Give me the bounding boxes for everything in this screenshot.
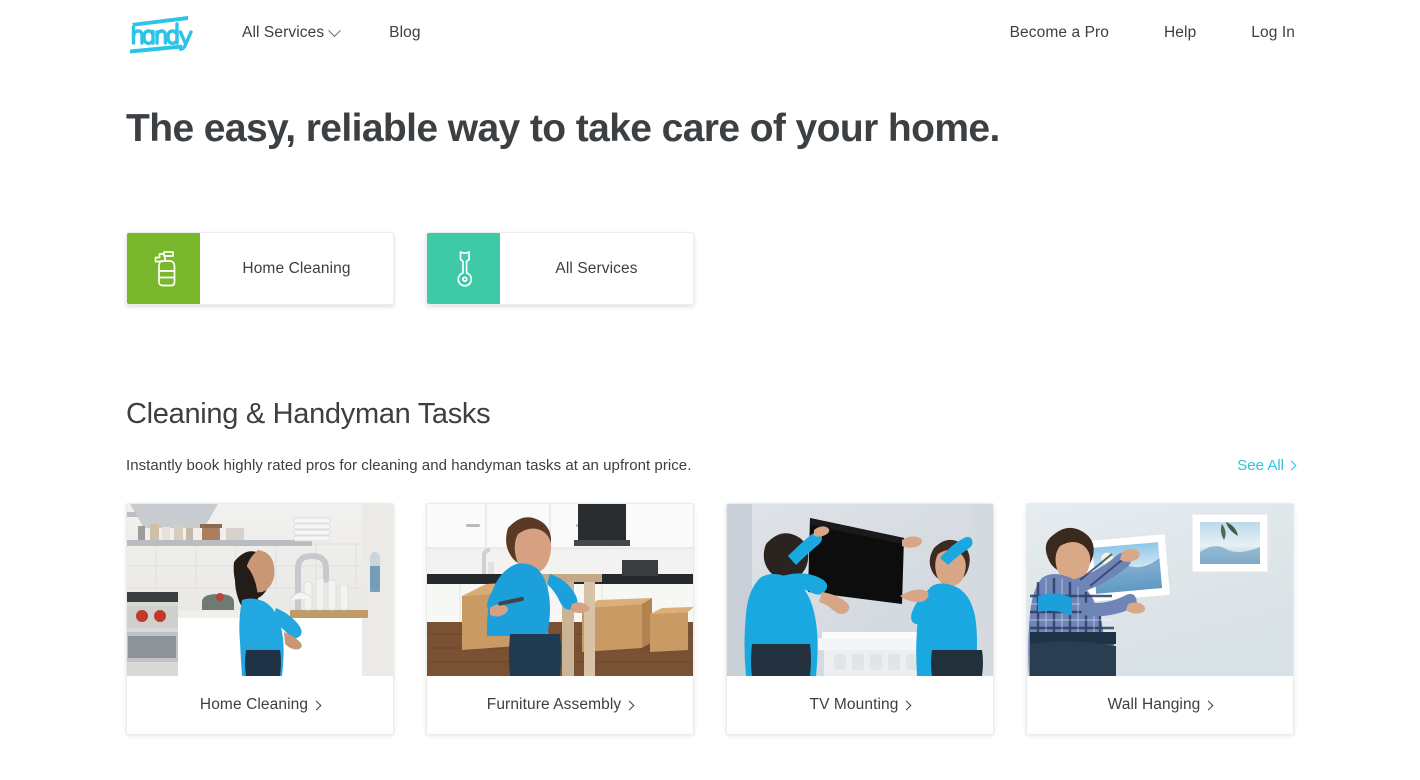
task-card-wall-hanging[interactable]: Wall Hanging xyxy=(1026,503,1294,735)
nav-item-become-a-pro-label: Become a Pro xyxy=(1009,24,1110,41)
task-card-tv-mounting-label: TV Mounting xyxy=(727,676,993,734)
site-header: All Services Blog Become a Pro Help Log … xyxy=(0,0,1420,66)
nav-item-help[interactable]: Help xyxy=(1164,24,1196,42)
task-photo-furniture-assembly xyxy=(427,504,693,676)
chevron-down-icon xyxy=(328,23,342,37)
section-title: Cleaning & Handyman Tasks xyxy=(126,398,491,430)
task-card-furniture-assembly-label: Furniture Assembly xyxy=(427,676,693,734)
secondary-nav: Become a Pro Help Log In xyxy=(1010,0,1295,66)
task-photo-home-cleaning xyxy=(127,504,393,676)
nav-item-all-services[interactable]: All Services xyxy=(242,23,342,42)
task-label-text: TV Mounting xyxy=(809,696,899,713)
task-photo-wall-hanging xyxy=(1027,504,1293,676)
chevron-right-icon xyxy=(1286,460,1297,471)
chevron-right-icon xyxy=(902,700,912,710)
task-card-tv-mounting[interactable]: TV Mounting xyxy=(726,503,994,735)
picker-card-home-cleaning-label: Home Cleaning xyxy=(242,259,351,277)
see-all-label: See All xyxy=(1237,457,1284,474)
nav-item-help-label: Help xyxy=(1164,24,1197,41)
spray-bottle-icon xyxy=(154,250,175,286)
task-card-home-cleaning-label: Home Cleaning xyxy=(127,676,393,734)
task-photo-tv-mounting xyxy=(727,504,993,676)
chevron-right-icon xyxy=(311,700,322,710)
nav-item-log-in[interactable]: Log In xyxy=(1251,24,1295,42)
chevron-right-icon xyxy=(1203,700,1214,710)
nav-item-blog[interactable]: Blog xyxy=(389,24,420,42)
task-label-text: Furniture Assembly xyxy=(486,696,622,713)
nav-item-all-services-label: All Services xyxy=(242,24,325,41)
picker-card-all-services[interactable]: All Services xyxy=(426,232,694,305)
task-card-home-cleaning[interactable]: Home Cleaning xyxy=(126,503,394,735)
nav-item-blog-label: Blog xyxy=(389,24,421,41)
see-all-link[interactable]: See All xyxy=(1237,457,1297,474)
service-picker: Home Cleaning All Services xyxy=(126,232,694,305)
nav-item-log-in-label: Log In xyxy=(1251,24,1295,41)
task-label-text: Wall Hanging xyxy=(1107,696,1201,713)
primary-nav: All Services Blog xyxy=(242,0,421,66)
task-card-wall-hanging-label: Wall Hanging xyxy=(1027,676,1293,734)
section-subtitle: Instantly book highly rated pros for cle… xyxy=(126,457,692,474)
task-label-text: Home Cleaning xyxy=(199,696,309,713)
handy-homepage: All Services Blog Become a Pro Help Log … xyxy=(0,0,1420,780)
chevron-right-icon xyxy=(624,700,635,710)
picker-card-home-cleaning[interactable]: Home Cleaning xyxy=(126,232,394,305)
picker-icon-tile-teal xyxy=(427,233,500,304)
page-title: The easy, reliable way to take care of y… xyxy=(126,107,1000,150)
picker-icon-tile-green xyxy=(127,233,200,304)
nav-item-become-a-pro[interactable]: Become a Pro xyxy=(1010,24,1109,42)
picker-card-all-services-label: All Services xyxy=(555,259,638,277)
task-card-furniture-assembly[interactable]: Furniture Assembly xyxy=(426,503,694,735)
wrench-icon xyxy=(456,250,472,287)
task-card-list: Home Cleaning Furniture Assembly TV Moun… xyxy=(126,503,1294,735)
handy-logo[interactable] xyxy=(126,14,198,54)
